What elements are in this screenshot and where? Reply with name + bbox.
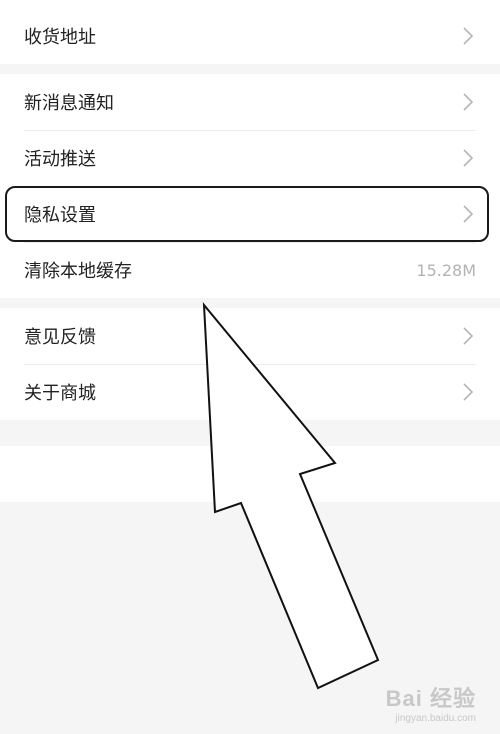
row-label: 关于商城: [24, 383, 96, 404]
row-activity-push[interactable]: 活动推送: [0, 130, 500, 186]
row-feedback[interactable]: 意见反馈: [0, 308, 500, 364]
watermark-logo: Bai 经验 jingyan.baidu.com: [386, 681, 476, 724]
settings-group-about: 意见反馈 关于商城: [0, 308, 500, 420]
row-about-mall[interactable]: 关于商城: [0, 364, 500, 420]
chevron-right-icon: [460, 147, 476, 169]
chevron-right-icon: [460, 325, 476, 347]
cache-size-value: 15.28M: [416, 260, 476, 280]
row-shipping-address[interactable]: 收货地址: [0, 8, 500, 64]
settings-group-address: 收货地址: [0, 8, 500, 64]
chevron-right-icon: [460, 25, 476, 47]
logout-label: 退出登录: [214, 465, 286, 486]
row-clear-cache[interactable]: 清除本地缓存 15.28M: [0, 242, 500, 298]
top-strip: [0, 0, 500, 8]
chevron-right-icon: [460, 203, 476, 225]
chevron-right-icon: [460, 91, 476, 113]
row-label: 新消息通知: [24, 93, 114, 114]
row-label: 清除本地缓存: [24, 261, 132, 282]
row-privacy-settings[interactable]: 隐私设置: [0, 186, 500, 242]
logout-button[interactable]: 退出登录: [0, 446, 500, 502]
row-new-message-notification[interactable]: 新消息通知: [0, 74, 500, 130]
section-gap: [0, 64, 500, 74]
settings-screen: 收货地址 新消息通知 活动推送 隐私设置 清除本地缓存 15.28M 意见反馈 …: [0, 0, 500, 502]
watermark-sub: jingyan.baidu.com: [395, 713, 476, 724]
row-label: 收货地址: [24, 27, 96, 48]
section-gap: [0, 298, 500, 308]
watermark-main: Bai 经验: [385, 686, 476, 711]
section-gap: [0, 420, 500, 446]
row-label: 意见反馈: [24, 327, 96, 348]
settings-group-preferences: 新消息通知 活动推送 隐私设置 清除本地缓存 15.28M: [0, 74, 500, 298]
row-label: 活动推送: [24, 149, 96, 170]
chevron-right-icon: [460, 381, 476, 403]
row-label: 隐私设置: [24, 205, 96, 226]
